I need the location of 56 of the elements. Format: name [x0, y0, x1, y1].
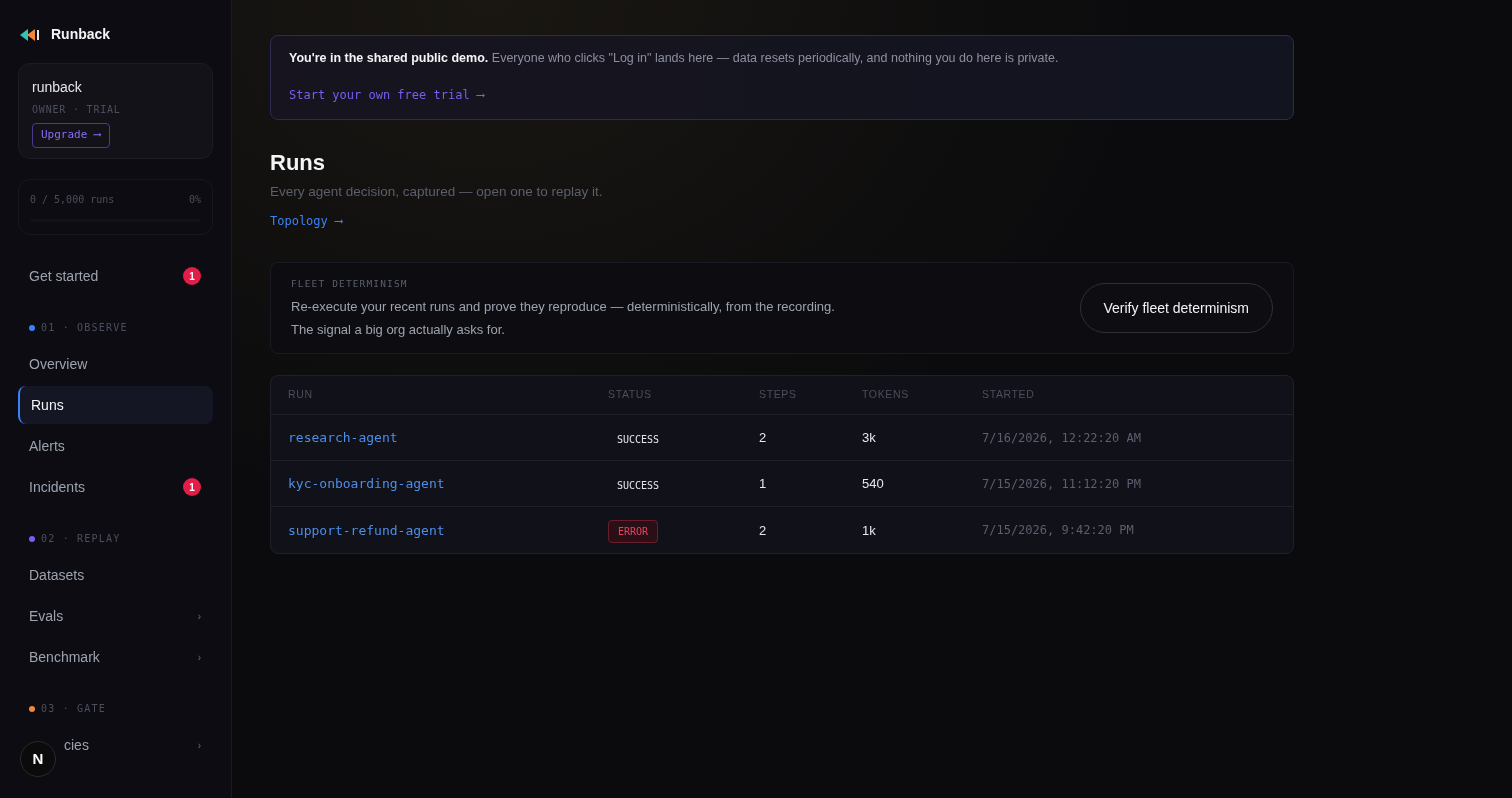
column-header: STARTED	[982, 387, 1036, 403]
section-label: 02 · REPLAY	[41, 532, 121, 546]
started-cell-text: 7/16/2026, 12:22:20 AM	[982, 429, 1142, 447]
chevron-icon: ›	[197, 608, 201, 624]
chevron-icon: ›	[197, 649, 201, 665]
page-title: Runs	[270, 148, 326, 177]
free-trial-link[interactable]: Start your own free trial ⟶	[289, 85, 485, 104]
run-link[interactable]: research-agent	[288, 428, 608, 448]
page-subtitle: Every agent decision, captured — open one to replay it.	[270, 182, 604, 201]
started-cell-text: 7/15/2026, 9:42:20 PM	[982, 522, 1135, 540]
fleet-description: Re-execute your recent runs and prove they reproduce — deterministically, from the recording.	[291, 298, 835, 317]
column-header: TOKENS	[862, 387, 910, 403]
steps-cell-text: 2	[759, 429, 768, 447]
section-label: 03 · GATE	[41, 702, 106, 716]
column-header: STEPS	[759, 387, 798, 403]
tokens-cell-text: 1k	[862, 521, 877, 540]
run-link[interactable]: kyc-onboarding-agent	[288, 474, 608, 494]
logo-icon	[19, 26, 41, 43]
nav-item[interactable]: cies ›	[60, 726, 213, 764]
count-badge: 1	[183, 478, 201, 496]
steps-cell-text: 2	[759, 521, 768, 540]
nav-item[interactable]: Get started 1	[18, 257, 213, 295]
verify-button[interactable]: Verify fleet determinism	[1079, 283, 1273, 334]
nav-item[interactable]: Runs	[18, 386, 213, 424]
run-link[interactable]: support-refund-agent	[288, 520, 608, 540]
tokens-cell-text: 540	[862, 475, 885, 493]
steps-cell-text: 1	[759, 475, 768, 493]
brand-name: Runback	[51, 25, 111, 44]
usage-percent: 0%	[188, 192, 201, 207]
banner-text: You're in the shared public demo. Everyone who clicks "Log in" lands here — data resets periodically, and nothing you do here is private.	[289, 50, 1060, 67]
account-role: OWNER · TRIAL	[32, 103, 121, 117]
section-label: 01 · OBSERVE	[41, 321, 128, 335]
count-badge: 1	[183, 267, 201, 285]
tokens-cell-text: 3k	[862, 429, 877, 447]
fleet-description: The signal a big org actually asks for.	[291, 320, 506, 339]
column-header: RUN	[288, 387, 314, 403]
column-header: STATUS	[608, 387, 653, 403]
fleet-label: FLEET DETERMINISM	[291, 277, 409, 291]
account-name: runback	[32, 78, 82, 97]
status-badge: ERROR	[608, 520, 659, 544]
status-label: SUCCESS	[616, 478, 661, 493]
started-cell-text: 7/15/2026, 11:12:20 PM	[982, 475, 1142, 493]
topology-link[interactable]: Topology ⟶	[270, 212, 343, 230]
nav-item[interactable]: Evals ›	[18, 597, 213, 635]
usage-label: 0 / 5,000 runs	[30, 192, 115, 207]
table-row[interactable]: research-agent SUCCESS 2 3k 7/16/2026, 12:22:20 AM	[271, 415, 1293, 462]
status-label: SUCCESS	[616, 432, 661, 447]
nav-item[interactable]: Datasets	[18, 556, 213, 594]
table-row[interactable]: kyc-onboarding-agent SUCCESS 1 540 7/15/2026, 11:12:20 PM	[271, 461, 1293, 508]
chevron-icon: ›	[197, 737, 201, 753]
nav-item[interactable]: Incidents 1	[18, 468, 213, 506]
table-row[interactable]: support-refund-agent ERROR 2 1k 7/15/2026, 9:42:20 PM	[271, 507, 1293, 554]
nav-item[interactable]: Benchmark ›	[18, 638, 213, 676]
nav-item[interactable]: Overview	[18, 345, 213, 383]
upgrade-button[interactable]: Upgrade ⟶	[32, 123, 110, 148]
nav-item[interactable]: Alerts	[18, 427, 213, 465]
